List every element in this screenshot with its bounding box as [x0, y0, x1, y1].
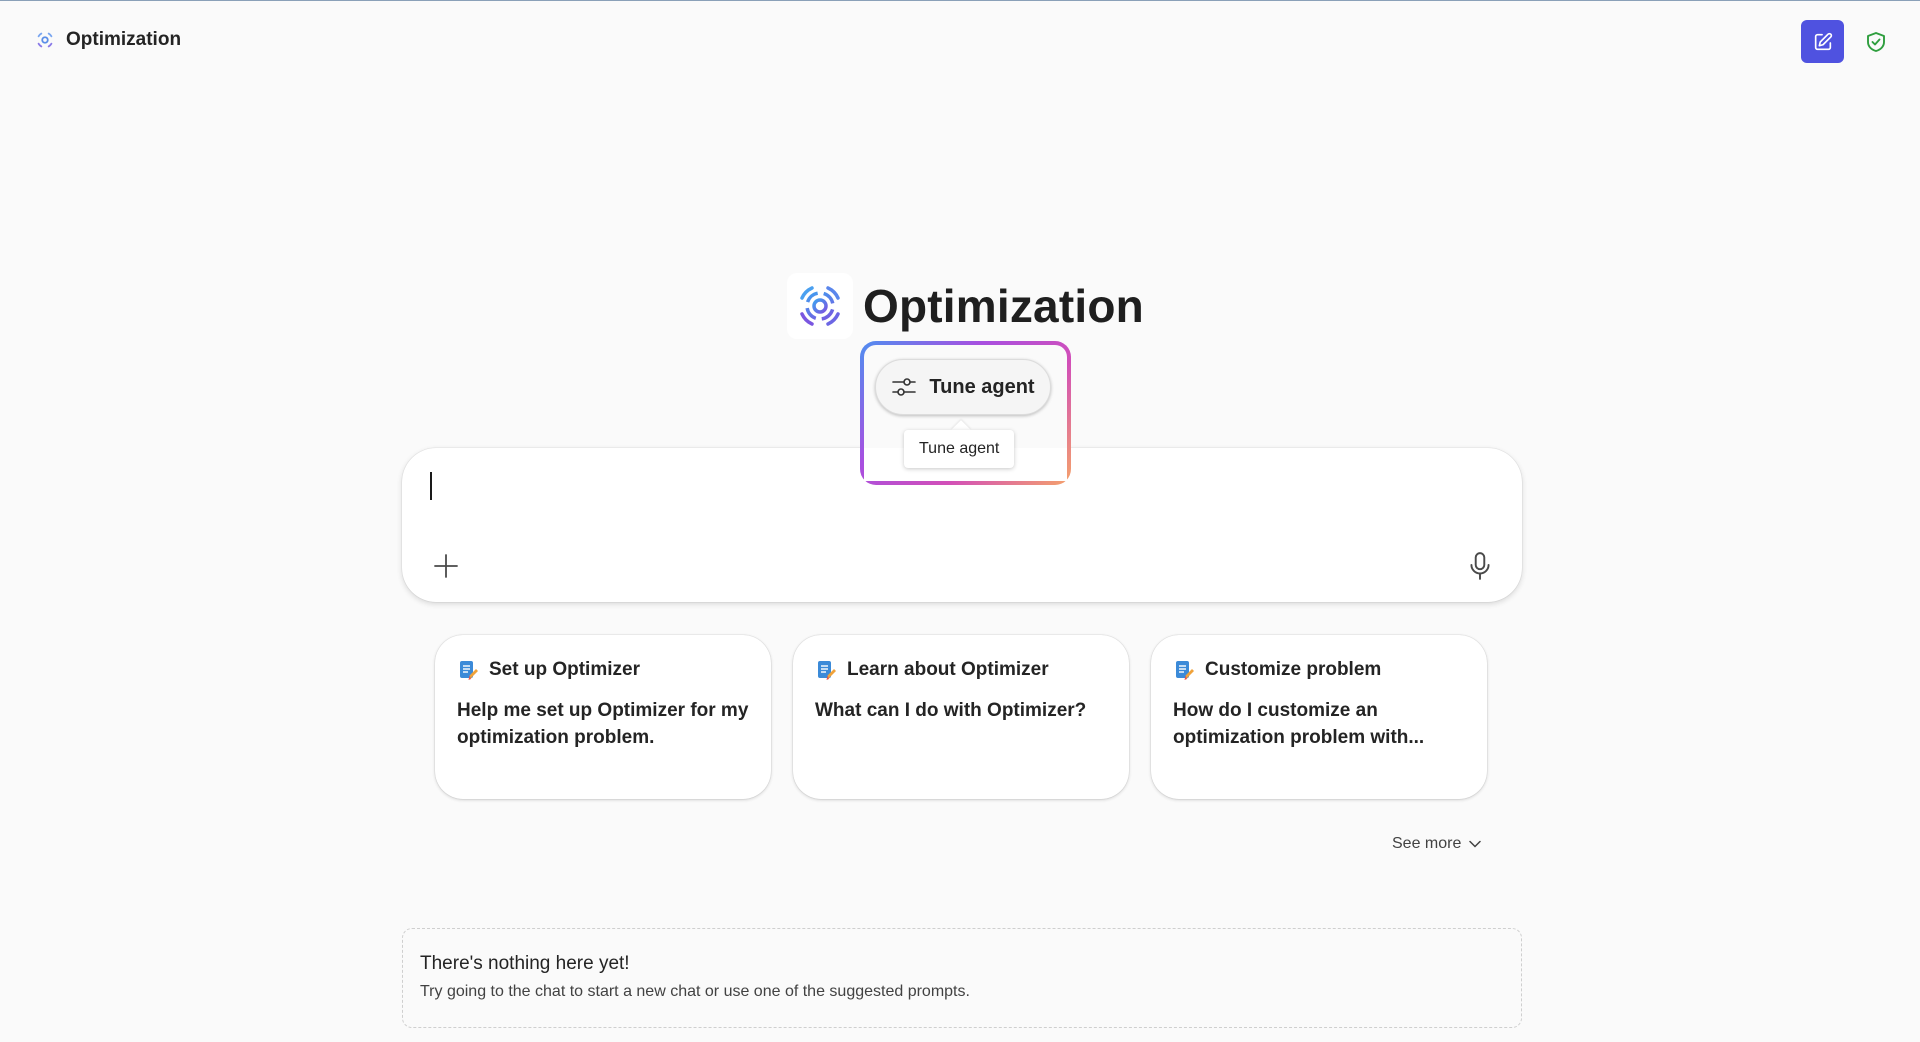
new-chat-button[interactable]: [1801, 20, 1844, 63]
see-more-button[interactable]: See more: [1392, 835, 1482, 853]
microphone-icon: [1470, 552, 1490, 580]
card-title: Learn about Optimizer: [847, 659, 1049, 680]
empty-state-title: There's nothing here yet!: [420, 953, 630, 974]
tune-agent-label: Tune agent: [929, 375, 1035, 398]
sliders-icon: [892, 378, 917, 396]
tune-agent-tooltip: Tune agent: [904, 430, 1015, 468]
plus-icon: [434, 554, 458, 578]
hero-header: Optimization: [787, 273, 1144, 339]
document-pencil-icon: [818, 661, 836, 680]
optimization-logo-icon: [800, 286, 840, 326]
agent-logo: [787, 273, 853, 339]
optimization-logo-icon: [37, 32, 53, 48]
suggestion-card[interactable]: Set up Optimizer Help me set up Optimize…: [435, 635, 771, 799]
page-title: Optimization: [863, 280, 1144, 332]
suggestion-card[interactable]: Learn about Optimizer What can I do with…: [793, 635, 1129, 799]
card-title: Customize problem: [1205, 659, 1382, 680]
chevron-down-icon: [1469, 840, 1482, 848]
empty-state: There's nothing here yet! Try going to t…: [402, 928, 1522, 1028]
suggestion-card[interactable]: Customize problem How do I customize an …: [1151, 635, 1487, 799]
shield-check-icon: [1867, 32, 1885, 52]
edit-icon: [1814, 32, 1832, 50]
card-title: Set up Optimizer: [489, 659, 640, 680]
card-body: What can I do with Optimizer?: [815, 700, 1087, 721]
app-header: Optimization: [34, 29, 181, 51]
attach-button[interactable]: [426, 546, 466, 586]
see-more-label: See more: [1392, 835, 1462, 852]
app-name: Optimization: [66, 29, 182, 50]
document-pencil-icon: [460, 661, 478, 680]
security-button[interactable]: [1862, 28, 1890, 56]
microphone-button[interactable]: [1460, 546, 1500, 586]
tune-agent-button[interactable]: Tune agent: [875, 359, 1051, 415]
text-caret: [430, 472, 432, 500]
document-pencil-icon: [1176, 661, 1194, 680]
card-body: How do I customize an optimization probl…: [1173, 700, 1425, 748]
empty-state-subtitle: Try going to the chat to start a new cha…: [420, 983, 970, 1000]
card-body: Help me set up Optimizer for my optimiza…: [457, 700, 749, 748]
